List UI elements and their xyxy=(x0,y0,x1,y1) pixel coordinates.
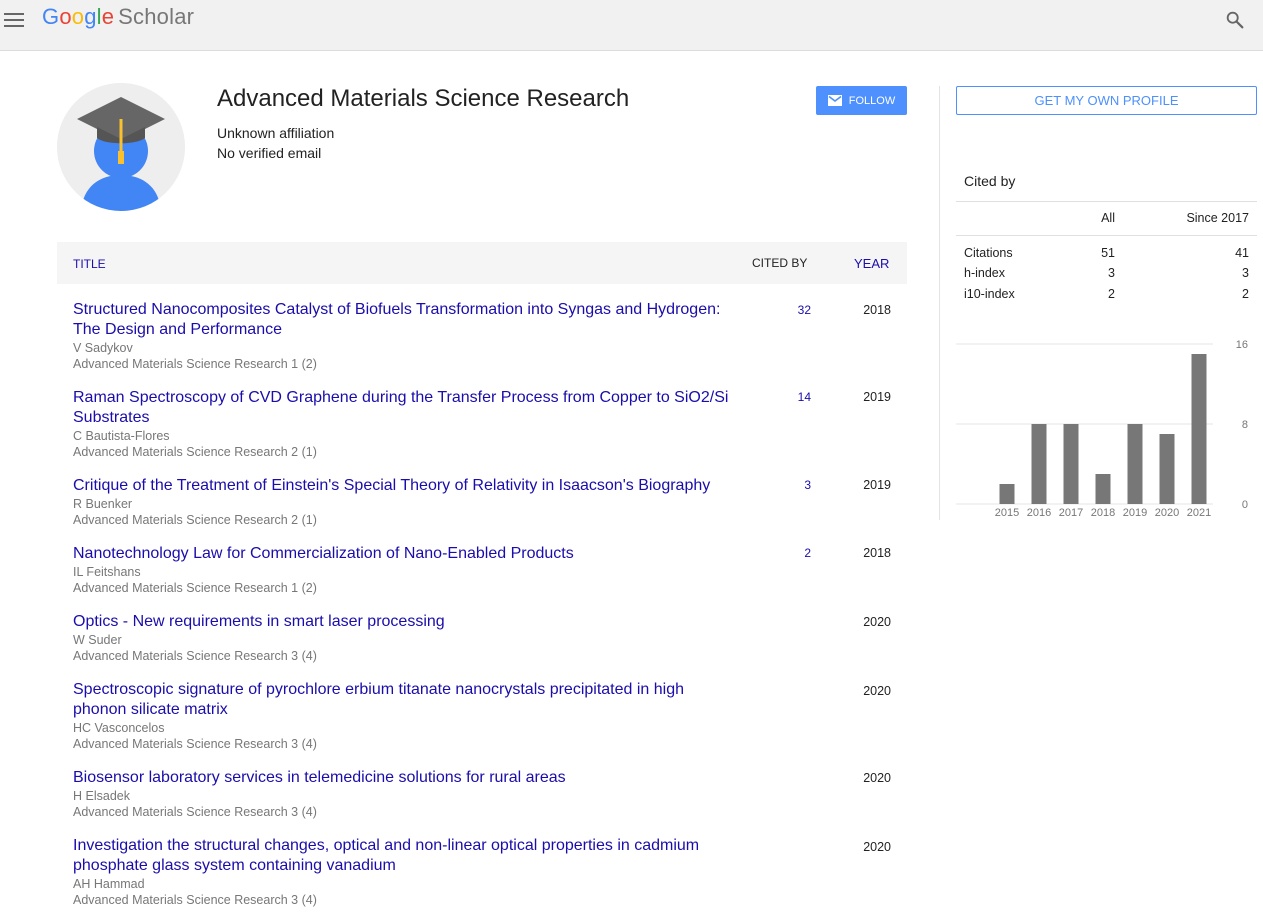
article-authors: C Bautista-Flores xyxy=(73,429,170,443)
article-venue: Advanced Materials Science Research 2 (1… xyxy=(73,513,317,527)
logo-letter: g xyxy=(84,4,97,29)
divider xyxy=(956,235,1257,236)
article-title-link[interactable]: Biosensor laboratory services in telemed… xyxy=(73,768,733,788)
follow-button[interactable]: FOLLOW xyxy=(816,86,907,115)
cited-by-count-link[interactable]: 14 xyxy=(777,390,811,404)
chart-y-tick-label: 16 xyxy=(1236,339,1248,351)
logo-letter: G xyxy=(42,4,60,29)
app-header: Google Scholar xyxy=(0,0,1263,51)
metric-label[interactable]: h-index xyxy=(964,266,1005,280)
articles-table-header: TITLE CITED BY YEAR xyxy=(57,242,907,284)
chart-bar[interactable] xyxy=(1127,424,1143,504)
article-year: 2020 xyxy=(863,615,891,629)
logo-letter: e xyxy=(101,4,115,29)
google-scholar-logo[interactable]: Google Scholar xyxy=(42,4,194,30)
divider xyxy=(956,201,1257,202)
citations-per-year-chart: 0 8 16 2015 2016 2017 2018 2019 2020 2021 xyxy=(956,339,1248,519)
chart-x-tick-label: 2017 xyxy=(1059,507,1083,519)
profile-name: Advanced Materials Science Research xyxy=(217,85,630,112)
envelope-icon xyxy=(827,95,842,106)
article-year: 2019 xyxy=(863,478,891,492)
metric-all-value: 51 xyxy=(1101,246,1115,260)
metric-since-value: 3 xyxy=(1242,266,1249,280)
chart-x-tick-label: 2021 xyxy=(1187,507,1211,519)
chart-x-tick-label: 2019 xyxy=(1123,507,1147,519)
logo-letter: o xyxy=(59,4,72,29)
logo-suffix: Scholar xyxy=(118,4,195,29)
metric-all-value: 3 xyxy=(1108,266,1115,280)
article-authors: HC Vasconcelos xyxy=(73,721,165,735)
article-year: 2020 xyxy=(863,840,891,854)
article-venue: Advanced Materials Science Research 3 (4… xyxy=(73,893,317,907)
chart-y-tick-label: 8 xyxy=(1242,419,1248,431)
chart-x-tick-label: 2020 xyxy=(1155,507,1179,519)
cited-by-count-link[interactable]: 2 xyxy=(777,546,811,560)
chart-bar[interactable] xyxy=(1159,434,1175,504)
chart-x-tick-label: 2015 xyxy=(995,507,1019,519)
article-authors: H Elsadek xyxy=(73,789,130,803)
cited-by-count-link[interactable]: 32 xyxy=(777,303,811,317)
article-title-link[interactable]: Investigation the structural changes, op… xyxy=(73,836,733,876)
article-authors: IL Feitshans xyxy=(73,565,141,579)
menu-icon[interactable] xyxy=(4,11,24,27)
sort-by-title-link[interactable]: TITLE xyxy=(73,257,106,271)
profile-affiliation: Unknown affiliation xyxy=(217,125,335,141)
chart-bar[interactable] xyxy=(1191,354,1207,504)
cited-by-heading: Cited by xyxy=(964,173,1016,189)
chart-y-tick-label: 0 xyxy=(1242,499,1248,511)
article-authors: AH Hammad xyxy=(73,877,145,891)
article-venue: Advanced Materials Science Research 3 (4… xyxy=(73,737,317,751)
get-my-own-profile-button[interactable]: GET MY OWN PROFILE xyxy=(956,86,1257,115)
metric-since-value: 2 xyxy=(1242,287,1249,301)
logo-letter: o xyxy=(71,4,85,29)
sort-by-year-link[interactable]: YEAR xyxy=(854,256,889,271)
chart-x-tick-label: 2016 xyxy=(1027,507,1051,519)
article-venue: Advanced Materials Science Research 2 (1… xyxy=(73,445,317,459)
chart-bar[interactable] xyxy=(999,484,1015,504)
profile-email: No verified email xyxy=(217,145,322,161)
article-venue: Advanced Materials Science Research 1 (2… xyxy=(73,581,317,595)
article-title-link[interactable]: Structured Nanocomposites Catalyst of Bi… xyxy=(73,300,733,340)
cited-by-all-header[interactable]: All xyxy=(1070,211,1115,225)
article-year: 2018 xyxy=(863,303,891,317)
article-title-link[interactable]: Nanotechnology Law for Commercialization… xyxy=(73,544,733,564)
metric-all-value: 2 xyxy=(1108,287,1115,301)
article-venue: Advanced Materials Science Research 3 (4… xyxy=(73,649,317,663)
article-year: 2018 xyxy=(863,546,891,560)
article-year: 2019 xyxy=(863,390,891,404)
article-title-link[interactable]: Critique of the Treatment of Einstein's … xyxy=(73,476,733,496)
article-year: 2020 xyxy=(863,771,891,785)
profile-avatar xyxy=(57,83,185,211)
cited-by-column-header[interactable]: CITED BY xyxy=(752,256,807,270)
article-venue: Advanced Materials Science Research 3 (4… xyxy=(73,805,317,819)
article-year: 2020 xyxy=(863,684,891,698)
chart-bar[interactable] xyxy=(1063,424,1079,504)
metric-label[interactable]: Citations xyxy=(964,246,1013,260)
cited-by-count-link[interactable]: 3 xyxy=(777,478,811,492)
article-title-link[interactable]: Spectroscopic signature of pyrochlore er… xyxy=(73,680,733,720)
chart-x-tick-label: 2018 xyxy=(1091,507,1115,519)
metric-label[interactable]: i10-index xyxy=(964,287,1015,301)
search-icon[interactable] xyxy=(1224,9,1246,31)
article-authors: V Sadykov xyxy=(73,341,133,355)
follow-label: FOLLOW xyxy=(848,94,896,107)
column-divider xyxy=(939,86,940,520)
article-title-link[interactable]: Optics - New requirements in smart laser… xyxy=(73,612,733,632)
metric-since-value: 41 xyxy=(1235,246,1249,260)
chart-bar[interactable] xyxy=(1031,424,1047,504)
article-title-link[interactable]: Raman Spectroscopy of CVD Graphene durin… xyxy=(73,388,733,428)
article-venue: Advanced Materials Science Research 1 (2… xyxy=(73,357,317,371)
article-authors: W Suder xyxy=(73,633,122,647)
cited-by-since-header[interactable]: Since 2017 xyxy=(1160,211,1249,225)
article-authors: R Buenker xyxy=(73,497,133,511)
chart-bar[interactable] xyxy=(1095,474,1111,504)
